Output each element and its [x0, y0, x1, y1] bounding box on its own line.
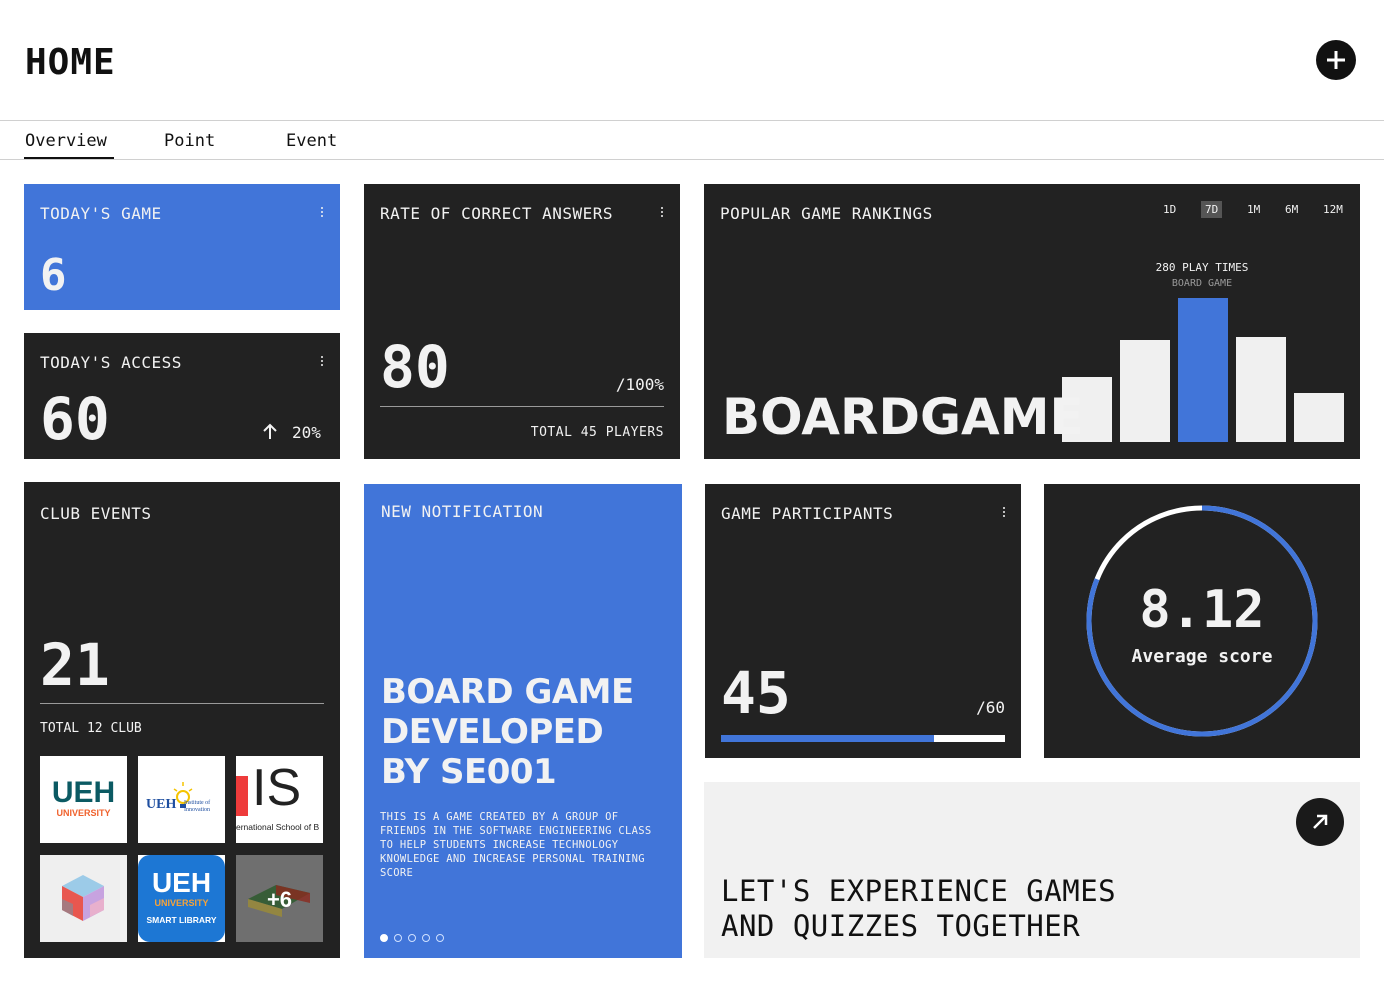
- ranking-bar-2[interactable]: [1120, 340, 1170, 442]
- more-clubs-count: +6: [266, 887, 293, 912]
- average-score-label: Average score: [1131, 646, 1273, 667]
- average-score-card: 8.12 Average score: [1044, 484, 1360, 758]
- cta-headline: LET'S EXPERIENCE GAMES AND QUIZZES TOGET…: [721, 874, 1117, 943]
- bar-value-label: 280 PLAY TIMES: [1155, 261, 1249, 274]
- notification-headline: BOARD GAME DEVELOPED BY SE001: [381, 672, 634, 792]
- plus-icon: [1327, 51, 1345, 69]
- slide-dot-3[interactable]: [408, 934, 416, 942]
- arrow-up-right-icon: [1313, 814, 1328, 829]
- ranking-bar-4[interactable]: [1236, 337, 1286, 442]
- todays-access-value: 60: [40, 385, 110, 453]
- club-logo-smart-library[interactable]: UEH UNIVERSITY SMART LIBRARY: [138, 855, 225, 942]
- participants-progress-fill: [721, 735, 934, 742]
- slide-dot-2[interactable]: [394, 934, 402, 942]
- slide-dot-4[interactable]: [422, 934, 430, 942]
- top-game-headline: BOARDGAME: [722, 388, 1084, 446]
- open-link-button[interactable]: [1296, 798, 1344, 846]
- club-logo-ueh-innovation[interactable]: UEH Institute of Innovation: [138, 756, 225, 843]
- participants-value: 45: [721, 659, 791, 727]
- more-options-icon[interactable]: [660, 207, 664, 221]
- more-clubs-tile[interactable]: +6: [236, 855, 323, 942]
- more-options-icon[interactable]: [320, 207, 324, 221]
- slide-dot-1[interactable]: [380, 934, 388, 942]
- correct-rate-card: RATE OF CORRECT ANSWERS 80 /100% TOTAL 4…: [364, 184, 680, 459]
- rate-footer: TOTAL 45 PLAYERS: [530, 425, 664, 440]
- card-title: NEW NOTIFICATION: [381, 502, 544, 521]
- tab-overview[interactable]: Overview: [25, 131, 107, 151]
- divider: [40, 703, 324, 704]
- card-title: CLUB EVENTS: [40, 504, 152, 523]
- range-12m-button[interactable]: 12M: [1319, 201, 1347, 218]
- todays-game-card: TODAY'S GAME 6: [24, 184, 340, 310]
- ranking-bar-3[interactable]: [1178, 298, 1228, 442]
- club-logo-ueh[interactable]: UEH UNIVERSITY: [40, 756, 127, 843]
- bar-category-label: BOARD GAME: [1171, 278, 1233, 289]
- slide-dot-5[interactable]: [436, 934, 444, 942]
- tabs-divider: [0, 159, 1384, 160]
- divider: [380, 406, 664, 407]
- card-title: POPULAR GAME RANKINGS: [720, 204, 933, 223]
- range-1d-button[interactable]: 1D: [1159, 201, 1180, 218]
- card-title: RATE OF CORRECT ANSWERS: [380, 204, 614, 223]
- tab-point[interactable]: Point: [164, 131, 215, 151]
- todays-access-card: TODAY'S ACCESS 60 20%: [24, 333, 340, 459]
- average-score-value: 8.12: [1139, 580, 1265, 640]
- more-options-icon[interactable]: [1002, 507, 1006, 521]
- correct-rate-value: 80: [380, 333, 450, 401]
- ranking-bar-5[interactable]: [1294, 393, 1344, 442]
- experience-cta-card[interactable]: LET'S EXPERIENCE GAMES AND QUIZZES TOGET…: [704, 782, 1360, 958]
- club-events-value: 21: [40, 631, 110, 699]
- participants-total: /60: [976, 698, 1005, 717]
- change-percent: 20%: [292, 423, 321, 442]
- notification-card: NEW NOTIFICATION BOARD GAME DEVELOPED BY…: [364, 484, 682, 958]
- card-title: TODAY'S GAME: [40, 204, 162, 223]
- cube-icon: [62, 875, 104, 921]
- notification-body: THIS IS A GAME CREATED BY A GROUP OF FRI…: [380, 811, 652, 879]
- tab-event[interactable]: Event: [286, 131, 337, 151]
- range-6m-button[interactable]: 6M: [1281, 201, 1302, 218]
- card-title: TODAY'S ACCESS: [40, 353, 182, 372]
- club-logo-international-school[interactable]: IS ernational School of B: [236, 756, 323, 843]
- add-button[interactable]: [1316, 40, 1356, 80]
- todays-game-value: 6: [40, 250, 67, 301]
- active-tab-indicator: [24, 157, 114, 159]
- page-title: HOME: [25, 42, 116, 83]
- participants-card: GAME PARTICIPANTS 45 /60: [705, 484, 1021, 758]
- arrow-up-icon: [263, 423, 277, 439]
- range-7d-button[interactable]: 7D: [1201, 201, 1223, 218]
- participants-progress-track: [721, 735, 1005, 742]
- card-title: GAME PARTICIPANTS: [721, 504, 894, 523]
- more-options-icon[interactable]: [320, 356, 324, 370]
- game-rankings-card: POPULAR GAME RANKINGS 1D 7D 1M 6M 12M 28…: [704, 184, 1360, 459]
- club-events-card: CLUB EVENTS 21 TOTAL 12 CLUB UEH UNIVERS…: [24, 482, 340, 958]
- header-divider: [0, 120, 1384, 121]
- club-events-footer: TOTAL 12 CLUB: [40, 721, 142, 736]
- range-1m-button[interactable]: 1M: [1243, 201, 1264, 218]
- rate-suffix: /100%: [615, 375, 664, 394]
- club-logo-cube[interactable]: [40, 855, 127, 942]
